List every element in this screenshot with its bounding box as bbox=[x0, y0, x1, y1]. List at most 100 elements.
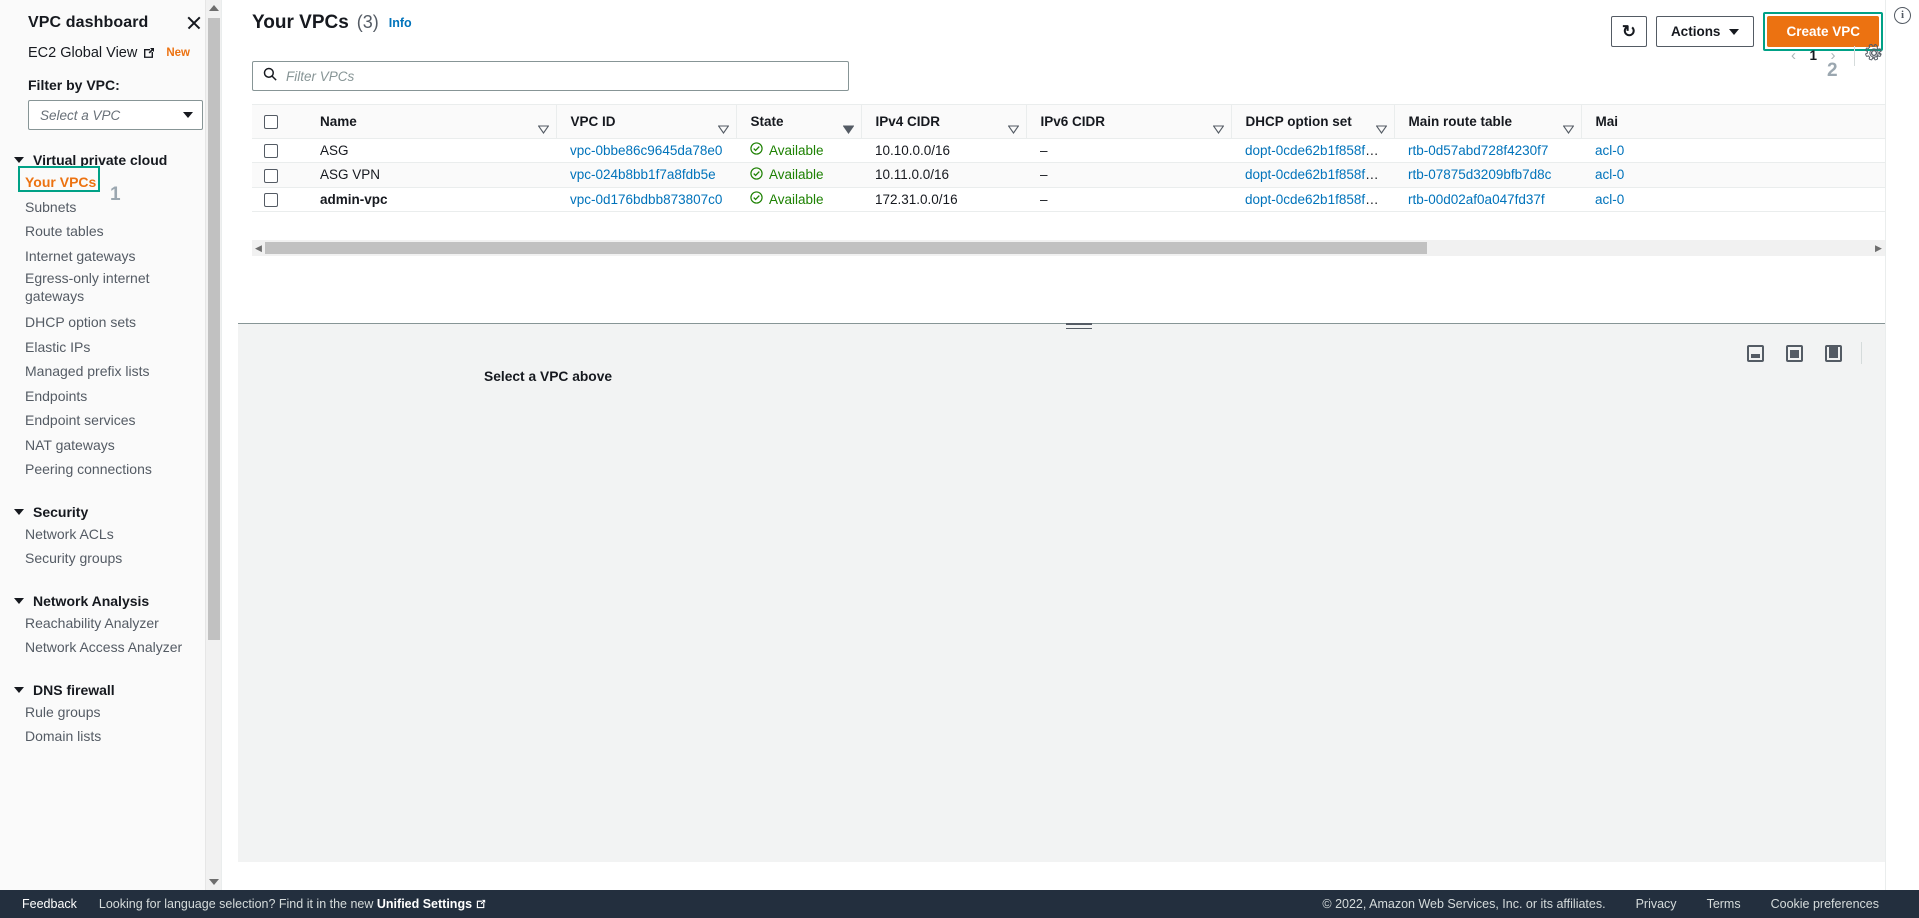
sidebar-section-label: Network Analysis bbox=[33, 592, 150, 609]
scrollbar-thumb[interactable] bbox=[208, 18, 220, 640]
sidebar-item-label: Reachability Analyzer bbox=[25, 614, 159, 631]
sidebar-item-endpoints[interactable]: Endpoints bbox=[0, 384, 221, 409]
row-checkbox[interactable] bbox=[264, 168, 278, 183]
dhcp-link[interactable]: dopt-0cde62b1f858fc... bbox=[1245, 167, 1383, 182]
sidebar-item-elastic-ips[interactable]: Elastic IPs bbox=[0, 335, 221, 360]
scroll-down-arrow-icon[interactable] bbox=[209, 879, 219, 885]
column-label: VPC ID bbox=[570, 113, 616, 129]
route-table-link[interactable]: rtb-00d02af0a047fd37f bbox=[1408, 192, 1545, 207]
sidebar-item-reachability-analyzer[interactable]: Reachability Analyzer bbox=[0, 611, 221, 636]
split-panel-resize-handle[interactable] bbox=[1065, 320, 1092, 330]
column-header-vpc-id[interactable]: VPC ID bbox=[556, 105, 737, 139]
scroll-left-arrow-icon[interactable]: ◀ bbox=[252, 243, 265, 254]
sidebar-item-egress-only-internet-gateways[interactable]: Egress-only internet gateways bbox=[0, 268, 221, 310]
sidebar-section-security[interactable]: Security bbox=[0, 504, 221, 520]
dhcp-link[interactable]: dopt-0cde62b1f858fc... bbox=[1245, 192, 1383, 207]
sidebar-section-network-analysis[interactable]: Network Analysis bbox=[0, 593, 221, 609]
panel-medium-icon[interactable] bbox=[1786, 345, 1803, 362]
search-input[interactable] bbox=[286, 68, 838, 84]
panel-small-icon[interactable] bbox=[1747, 345, 1764, 362]
search-box[interactable] bbox=[252, 61, 849, 91]
panel-large-icon[interactable] bbox=[1825, 345, 1842, 362]
sort-icon[interactable] bbox=[1207, 117, 1224, 135]
privacy-link[interactable]: Privacy bbox=[1636, 897, 1677, 911]
cookie-preferences-link[interactable]: Cookie preferences bbox=[1771, 897, 1879, 911]
row-checkbox[interactable] bbox=[264, 144, 278, 159]
table-horizontal-scrollbar[interactable]: ◀ ▶ bbox=[252, 240, 1885, 256]
terms-link[interactable]: Terms bbox=[1707, 897, 1741, 911]
chevron-left-icon[interactable]: ‹ bbox=[1782, 47, 1804, 64]
create-vpc-button[interactable]: Create VPC bbox=[1767, 16, 1879, 47]
vpc-filter-select[interactable]: Select a VPC bbox=[28, 100, 203, 130]
sort-icon[interactable] bbox=[712, 117, 729, 135]
table-row[interactable]: ASG vpc-0bbe86c9645da78e0 Available 10.1… bbox=[252, 138, 1885, 164]
scrollbar-track[interactable] bbox=[265, 240, 1872, 256]
vpc-id-link[interactable]: vpc-024b8bb1f7a8fdb5e bbox=[570, 167, 716, 182]
network-acl-link[interactable]: acl-0 bbox=[1595, 167, 1624, 182]
sidebar-item-managed-prefix-lists[interactable]: Managed prefix lists bbox=[0, 359, 221, 384]
column-header-ipv6-cidr[interactable]: IPv6 CIDR bbox=[1026, 105, 1232, 139]
sort-icon[interactable] bbox=[1557, 117, 1574, 135]
sort-icon[interactable] bbox=[837, 117, 854, 135]
cell-main-route-table: rtb-0d57abd728f4230f7 bbox=[1394, 138, 1581, 164]
close-icon[interactable] bbox=[185, 14, 203, 32]
sidebar-item-peering-connections[interactable]: Peering connections bbox=[0, 457, 221, 482]
refresh-button[interactable]: ↻ bbox=[1610, 16, 1647, 47]
route-table-link[interactable]: rtb-07875d3209bfb7d8c bbox=[1408, 167, 1551, 182]
sidebar-section-dns-firewall[interactable]: DNS firewall bbox=[0, 682, 221, 698]
feedback-link[interactable]: Feedback bbox=[22, 897, 77, 911]
check-circle-icon bbox=[750, 167, 763, 183]
cell-vpc-id: vpc-024b8bb1f7a8fdb5e bbox=[556, 162, 736, 188]
row-select-cell bbox=[252, 138, 306, 164]
sidebar-item-route-tables[interactable]: Route tables bbox=[0, 219, 221, 244]
vpc-id-link[interactable]: vpc-0d176bdbb873807c0 bbox=[570, 192, 722, 207]
table-row[interactable]: ASG VPN vpc-024b8bb1f7a8fdb5e Available … bbox=[252, 162, 1885, 188]
column-header-dhcp-option-set[interactable]: DHCP option set bbox=[1231, 105, 1395, 139]
column-label: Main route table bbox=[1408, 113, 1513, 129]
page-number[interactable]: 1 bbox=[1804, 48, 1822, 63]
info-circle-icon[interactable]: i bbox=[1894, 7, 1911, 24]
sidebar-item-security-groups[interactable]: Security groups bbox=[0, 546, 221, 571]
network-acl-link[interactable]: acl-0 bbox=[1595, 143, 1624, 158]
sidebar-item-rule-groups[interactable]: Rule groups bbox=[0, 700, 221, 725]
page-header: Your VPCs (3) Info ↻ Actions Create VPC bbox=[238, 0, 1919, 51]
column-header-name[interactable]: Name bbox=[306, 105, 557, 139]
column-label: Mai bbox=[1595, 113, 1619, 129]
sidebar-item-domain-lists[interactable]: Domain lists bbox=[0, 724, 221, 749]
sidebar-global-view[interactable]: EC2 Global View New bbox=[0, 32, 221, 61]
table-row[interactable]: admin-vpc vpc-0d176bdbb873807c0 Availabl… bbox=[252, 187, 1885, 213]
network-acl-link[interactable]: acl-0 bbox=[1595, 192, 1624, 207]
scroll-right-arrow-icon[interactable]: ▶ bbox=[1872, 243, 1885, 254]
sidebar-section-virtual-private-cloud[interactable]: Virtual private cloud bbox=[0, 152, 221, 168]
row-checkbox[interactable] bbox=[264, 193, 278, 208]
sidebar-item-endpoint-services[interactable]: Endpoint services bbox=[0, 408, 221, 433]
sidebar-item-network-acls[interactable]: Network ACLs bbox=[0, 522, 221, 547]
actions-button[interactable]: Actions bbox=[1655, 16, 1755, 47]
column-header-ipv4-cidr[interactable]: IPv4 CIDR bbox=[861, 105, 1027, 139]
column-header-main-network-acl[interactable]: Mai bbox=[1581, 105, 1885, 139]
vpc-id-link[interactable]: vpc-0bbe86c9645da78e0 bbox=[570, 143, 722, 158]
select-all-checkbox[interactable] bbox=[264, 114, 278, 129]
cell-dhcp-option-set: dopt-0cde62b1f858fc... bbox=[1231, 162, 1394, 188]
scrollbar-thumb[interactable] bbox=[265, 242, 1427, 254]
sort-icon[interactable] bbox=[1370, 117, 1387, 135]
sidebar-item-network-access-analyzer[interactable]: Network Access Analyzer bbox=[0, 635, 221, 660]
column-header-main-route-table[interactable]: Main route table bbox=[1394, 105, 1582, 139]
vpc-table: Name VPC ID State IPv4 CIDR IPv6 CIDR DH… bbox=[252, 105, 1885, 213]
scroll-up-arrow-icon[interactable] bbox=[209, 5, 219, 11]
sidebar-item-internet-gateways[interactable]: Internet gateways bbox=[0, 244, 221, 269]
dhcp-link[interactable]: dopt-0cde62b1f858fc... bbox=[1245, 143, 1383, 158]
sidebar-scrollbar[interactable] bbox=[205, 0, 221, 890]
ec2-global-view-label[interactable]: EC2 Global View bbox=[28, 45, 137, 61]
info-link[interactable]: Info bbox=[389, 16, 412, 30]
sort-icon[interactable] bbox=[1002, 117, 1019, 135]
sort-icon[interactable] bbox=[532, 117, 549, 135]
sidebar-item-dhcp-option-sets[interactable]: DHCP option sets bbox=[0, 310, 221, 335]
route-table-link[interactable]: rtb-0d57abd728f4230f7 bbox=[1408, 143, 1548, 158]
column-header-state[interactable]: State bbox=[736, 105, 862, 139]
sidebar-item-label: Rule groups bbox=[25, 703, 101, 720]
divider bbox=[1861, 342, 1862, 364]
unified-settings-link[interactable]: Unified Settings bbox=[377, 897, 472, 911]
sidebar-item-nat-gateways[interactable]: NAT gateways bbox=[0, 433, 221, 458]
gear-icon[interactable] bbox=[1865, 43, 1883, 67]
